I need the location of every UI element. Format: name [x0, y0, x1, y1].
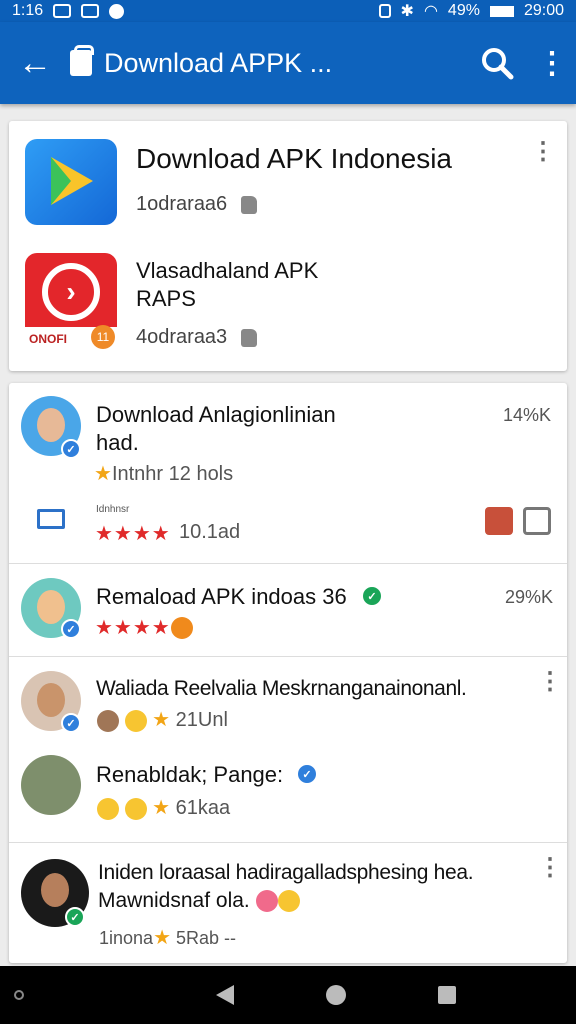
verified-badge-icon: ✓ [296, 763, 318, 785]
rating-stars: ★★★★ [95, 523, 171, 545]
emoji-icon [124, 709, 147, 732]
battery-icon [489, 5, 514, 17]
avatar-face [41, 873, 69, 907]
back-arrow-icon[interactable]: ← [0, 22, 70, 104]
featured-sub-1: 1odraraa6 [136, 193, 228, 215]
feed-count-2: 29%K [505, 587, 554, 607]
feed-title-5b-text: Mawnidsnaf ola. [98, 889, 250, 912]
featured-card: Download APK Indonesia 1odraraa6 ⋮ › ONO… [9, 121, 567, 371]
play-store-icon[interactable] [25, 139, 117, 225]
emoji-icon [255, 890, 278, 913]
feed-meta-4: ★ 61kaa [97, 795, 230, 820]
feed-card: ✓ Download Anlagionlinian had. 14%K ★Int… [9, 383, 567, 963]
verified-badge-icon: ✓ [61, 439, 81, 459]
emoji-icon [124, 797, 147, 820]
feed-meta-5-text: 5Rab -- [176, 928, 237, 948]
more-options-icon[interactable]: ⋮ [531, 140, 555, 177]
rating-stars: ★★★★ [95, 617, 171, 639]
mail-notification-icon [81, 4, 100, 18]
status-bar: 1:16 ✱ ◠ 49% 29:00 [0, 0, 576, 22]
feed-title-2-suffix: 36 [322, 584, 347, 609]
star-icon: ★ [153, 927, 171, 949]
more-options-icon[interactable]: ⋮ [528, 22, 576, 104]
feed-tag-1: ★Intnhr 12 hols [94, 461, 233, 486]
feed-title-1a[interactable]: Download Anlagionlinian [96, 401, 336, 429]
avatar-face [37, 683, 65, 717]
feed-tag-1-text: Intnhr 12 hols [111, 463, 234, 485]
featured-sub-2: 4odraraa3 [136, 326, 228, 348]
emoji-icon [171, 617, 193, 639]
feed-meta-4-text: 61kaa [175, 797, 231, 819]
feed-rating-text-1: 10.1ad [179, 521, 241, 543]
divider [9, 842, 567, 843]
feed-meta-5: 1inona★ 5Rab -- [99, 925, 236, 950]
star-icon: ★ [94, 463, 112, 485]
emoji-icon [97, 797, 119, 820]
feed-meta-3: ★ 21Unl [97, 707, 228, 732]
verified-badge-icon: ✓ [65, 907, 85, 927]
wifi-icon: ◠ [423, 3, 438, 20]
gift-icon[interactable] [485, 507, 513, 535]
avatar-face [37, 590, 65, 624]
featured-title-2a[interactable]: Vlasadhaland APK [136, 257, 318, 285]
vibrate-icon [378, 4, 391, 18]
feed-title-2[interactable]: Remaload APK indoas 36 [96, 583, 347, 611]
more-options-icon[interactable]: ⋮ [538, 670, 562, 707]
icon-badge: 11 [91, 325, 115, 349]
feed-title-4[interactable]: Renabldak; Pange: [96, 761, 283, 789]
feed-count-1: 14%K [503, 405, 552, 425]
star-icon: ★ [152, 797, 171, 819]
back-icon[interactable] [216, 985, 234, 1005]
emoji-icon [277, 890, 300, 913]
featured-title-2b[interactable]: RAPS [136, 285, 196, 313]
qr-icon[interactable] [523, 507, 551, 535]
avatar-face [37, 408, 65, 442]
feed-meta-5-prefix: 1inona [99, 928, 154, 948]
status-left: 1:16 [12, 2, 125, 20]
feed-title-2-text: Remaload APK indoas [96, 584, 317, 609]
home-icon[interactable] [326, 985, 346, 1005]
app-bar: ← Download APPK ... ⋮ [0, 22, 576, 104]
thumbs-up-icon[interactable] [241, 329, 257, 347]
notification-icon [53, 4, 72, 18]
status-right: ✱ ◠ 49% 29:00 [378, 1, 564, 21]
avatar[interactable] [21, 755, 81, 815]
feed-title-5a[interactable]: Iniden loraasal hadiragalladsphesing hea… [98, 859, 474, 887]
verified-check-icon: ✓ [361, 585, 383, 607]
play-circle-icon: › [42, 263, 100, 321]
page-title: Download APPK ... [104, 47, 333, 78]
emoji-icon [97, 709, 119, 732]
play-triangle-green [51, 157, 71, 205]
bluetooth-icon: ✱ [400, 3, 414, 20]
divider [9, 656, 567, 657]
recents-icon[interactable] [438, 986, 456, 1004]
more-options-icon[interactable]: ⋮ [538, 856, 562, 893]
star-icon: ★ [152, 709, 171, 731]
verified-badge-icon: ✓ [61, 713, 81, 733]
search-icon[interactable] [466, 22, 528, 104]
video-app-icon[interactable]: › ONOFI 11 [25, 253, 117, 351]
mail-icon[interactable] [37, 509, 65, 529]
thumbs-up-icon[interactable] [241, 196, 257, 214]
shopping-bag-icon [70, 45, 94, 76]
dot-icon [14, 990, 24, 1000]
status-clock: 29:00 [523, 2, 564, 19]
battery-percent: 49% [447, 2, 480, 19]
featured-title-1[interactable]: Download APK Indonesia [136, 143, 452, 175]
verified-badge-icon: ✓ [61, 619, 81, 639]
status-time: 1:16 [12, 2, 44, 19]
chat-notification-icon [109, 3, 125, 19]
feed-title-3[interactable]: Waliada Reelvalia Meskrnanganainonanl. [96, 675, 467, 703]
feed-meta-3-text: 21Unl [175, 709, 228, 731]
feed-small-label-1: Idnhnsr [96, 504, 130, 515]
divider [9, 563, 567, 564]
navigation-bar [0, 966, 576, 1024]
feed-title-1b[interactable]: had. [96, 429, 139, 457]
feed-title-5b[interactable]: Mawnidsnaf ola. [98, 887, 300, 915]
